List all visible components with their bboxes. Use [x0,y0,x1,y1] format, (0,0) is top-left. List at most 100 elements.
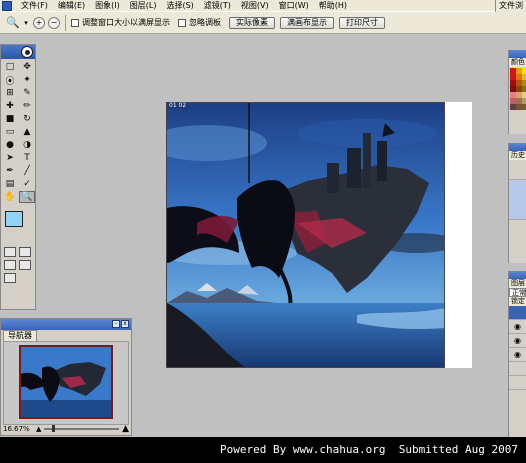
print-size-button[interactable]: 打印尺寸 [339,16,385,29]
slice-tool-icon[interactable]: ✎ [19,87,35,99]
zoom-out-icon[interactable]: − [48,16,60,29]
canvas-paper-edge [445,102,472,368]
navigator-zoom-bar: 16.67% ▲ ▲ [3,424,129,434]
zoom-slider-thumb[interactable] [52,425,56,432]
zoom-in-mountain-icon[interactable]: ▲ [122,424,129,434]
navigator-window-buttons: - x [112,320,129,328]
navigator-titlebar[interactable]: - x [1,319,131,330]
navigator-preview[interactable] [3,341,129,425]
layer-row[interactable] [509,306,526,320]
blur-tool-icon[interactable]: ● [2,139,18,151]
eye-logo-icon[interactable] [21,46,33,58]
ignore-palettes-checkbox[interactable]: 忽略调板 [178,17,221,28]
layer-row[interactable]: ◉ [509,320,526,334]
menu-file[interactable]: 文件(F) [16,0,53,12]
menu-image[interactable]: 图象(I) [90,0,125,12]
eye-icon[interactable]: ◉ [514,322,521,331]
path-select-icon[interactable]: ➤ [2,152,18,164]
layer-row[interactable]: ◉ [509,348,526,362]
minimize-icon[interactable]: - [112,320,120,328]
tool-grid: □ ✥ ⦿ ✦ ⊞ ✎ ✚ ✏ ■ ↻ ▭ ▲ ● ◑ ➤ T ✒ ╱ ▤ ✓ … [1,59,35,205]
quick-mask-icon[interactable] [19,247,31,257]
chevron-down-icon[interactable]: ▾ [22,15,30,31]
menu-edit[interactable]: 编辑(E) [53,0,90,12]
tab-navigator[interactable]: 导航器 [3,330,37,341]
photoshop-app-icon[interactable] [2,0,12,11]
menu-select[interactable]: 选择(S) [161,0,198,12]
tab-history[interactable]: 历史 [509,151,526,160]
paint-bucket-icon[interactable]: ▲ [19,126,35,138]
menu-layer[interactable]: 图层(L) [125,0,162,12]
menu-view[interactable]: 视图(V) [236,0,274,12]
swatch-grid[interactable] [509,67,526,110]
pen-tool-icon[interactable]: ✒ [2,165,18,177]
history-panel: 历史 [508,143,526,263]
screen-mode-full-menu-icon[interactable] [19,260,31,270]
color-panel-titlebar[interactable] [509,50,526,58]
layer-row[interactable]: ◉ [509,334,526,348]
history-state[interactable] [509,180,526,220]
marquee-tool-icon[interactable]: □ [2,61,18,73]
document-tab[interactable]: 01 02 [167,102,189,109]
mask-mode-row [1,247,35,257]
brush-tool-icon[interactable]: ✏ [19,100,35,112]
layer-row[interactable] [509,362,526,376]
line-tool-icon[interactable]: ╱ [19,165,35,177]
eyedropper-icon[interactable]: ✓ [19,178,35,190]
magic-wand-icon[interactable]: ✦ [19,74,35,86]
lasso-tool-icon[interactable]: ⦿ [2,74,18,87]
view-rectangle[interactable] [19,345,113,419]
screen-mode-standard-icon[interactable] [4,260,16,270]
actual-pixels-button[interactable]: 实际像素 [229,16,275,29]
standard-mode-icon[interactable] [4,247,16,257]
history-brush-icon[interactable]: ↻ [19,113,35,125]
blend-mode-select[interactable]: 正常 [509,288,526,297]
layers-panel: 图层 正常 锁定 ◉ ◉ ◉ [508,271,526,437]
layers-panel-titlebar[interactable] [509,271,526,279]
zoom-tool-icon[interactable]: 🔍 [4,15,22,31]
tab-color[interactable]: 颜色 [509,58,526,67]
menu-help[interactable]: 帮助(H) [314,0,352,12]
zoom-tool-selected-icon[interactable]: 🔍 [19,191,35,203]
toolbox: □ ✥ ⦿ ✦ ⊞ ✎ ✚ ✏ ■ ↻ ▭ ▲ ● ◑ ➤ T ✒ ╱ ▤ ✓ … [0,44,36,310]
screen-mode-row [1,260,35,270]
zoom-out-mountain-icon[interactable]: ▲ [36,425,41,433]
navigator-panel: - x 导航器 16.67% ▲ ▲ [0,318,132,436]
crop-tool-icon[interactable]: ⊞ [2,87,18,99]
eraser-tool-icon[interactable]: ▭ [2,126,18,138]
lock-label: 锁定 [509,297,526,306]
checkbox-box[interactable] [71,18,79,27]
healing-brush-icon[interactable]: ✚ [2,100,18,112]
jump-to-imageready-icon[interactable] [4,273,16,283]
toolbox-header[interactable] [1,45,35,59]
resize-window-label: 调整窗口大小以满屏显示 [82,18,170,27]
zoom-slider[interactable] [44,425,120,432]
eye-icon[interactable]: ◉ [514,336,521,345]
zoom-in-icon[interactable]: + [33,16,45,29]
close-icon[interactable]: x [121,320,129,328]
history-snapshot[interactable] [509,160,526,180]
color-panel: 颜色 [508,50,526,134]
layer-row[interactable] [509,376,526,390]
dodge-tool-icon[interactable]: ◑ [19,139,35,151]
checkbox-box[interactable] [178,18,186,27]
tab-layers[interactable]: 图层 [509,279,526,288]
document-canvas[interactable] [166,102,445,368]
history-panel-titlebar[interactable] [509,143,526,151]
zoom-percentage[interactable]: 16.67% [3,425,33,433]
notes-tool-icon[interactable]: ▤ [2,178,18,190]
type-tool-icon[interactable]: T [19,152,35,164]
resize-window-checkbox[interactable]: 调整窗口大小以满屏显示 [71,17,170,28]
color-swatches [3,209,33,243]
ignore-palettes-label: 忽略调板 [189,18,221,27]
eye-icon[interactable]: ◉ [514,350,521,359]
file-browser-tab[interactable]: 文件浏 [495,0,526,12]
clone-stamp-icon[interactable]: ■ [2,113,18,125]
fit-screen-button[interactable]: 满画布显示 [280,16,334,29]
foreground-color-swatch[interactable] [5,211,23,227]
move-tool-icon[interactable]: ✥ [19,61,35,73]
menu-window[interactable]: 窗口(W) [274,0,314,12]
hand-tool-icon[interactable]: ✋ [2,191,18,203]
menu-filter[interactable]: 滤镜(T) [199,0,236,12]
options-divider [65,14,66,31]
